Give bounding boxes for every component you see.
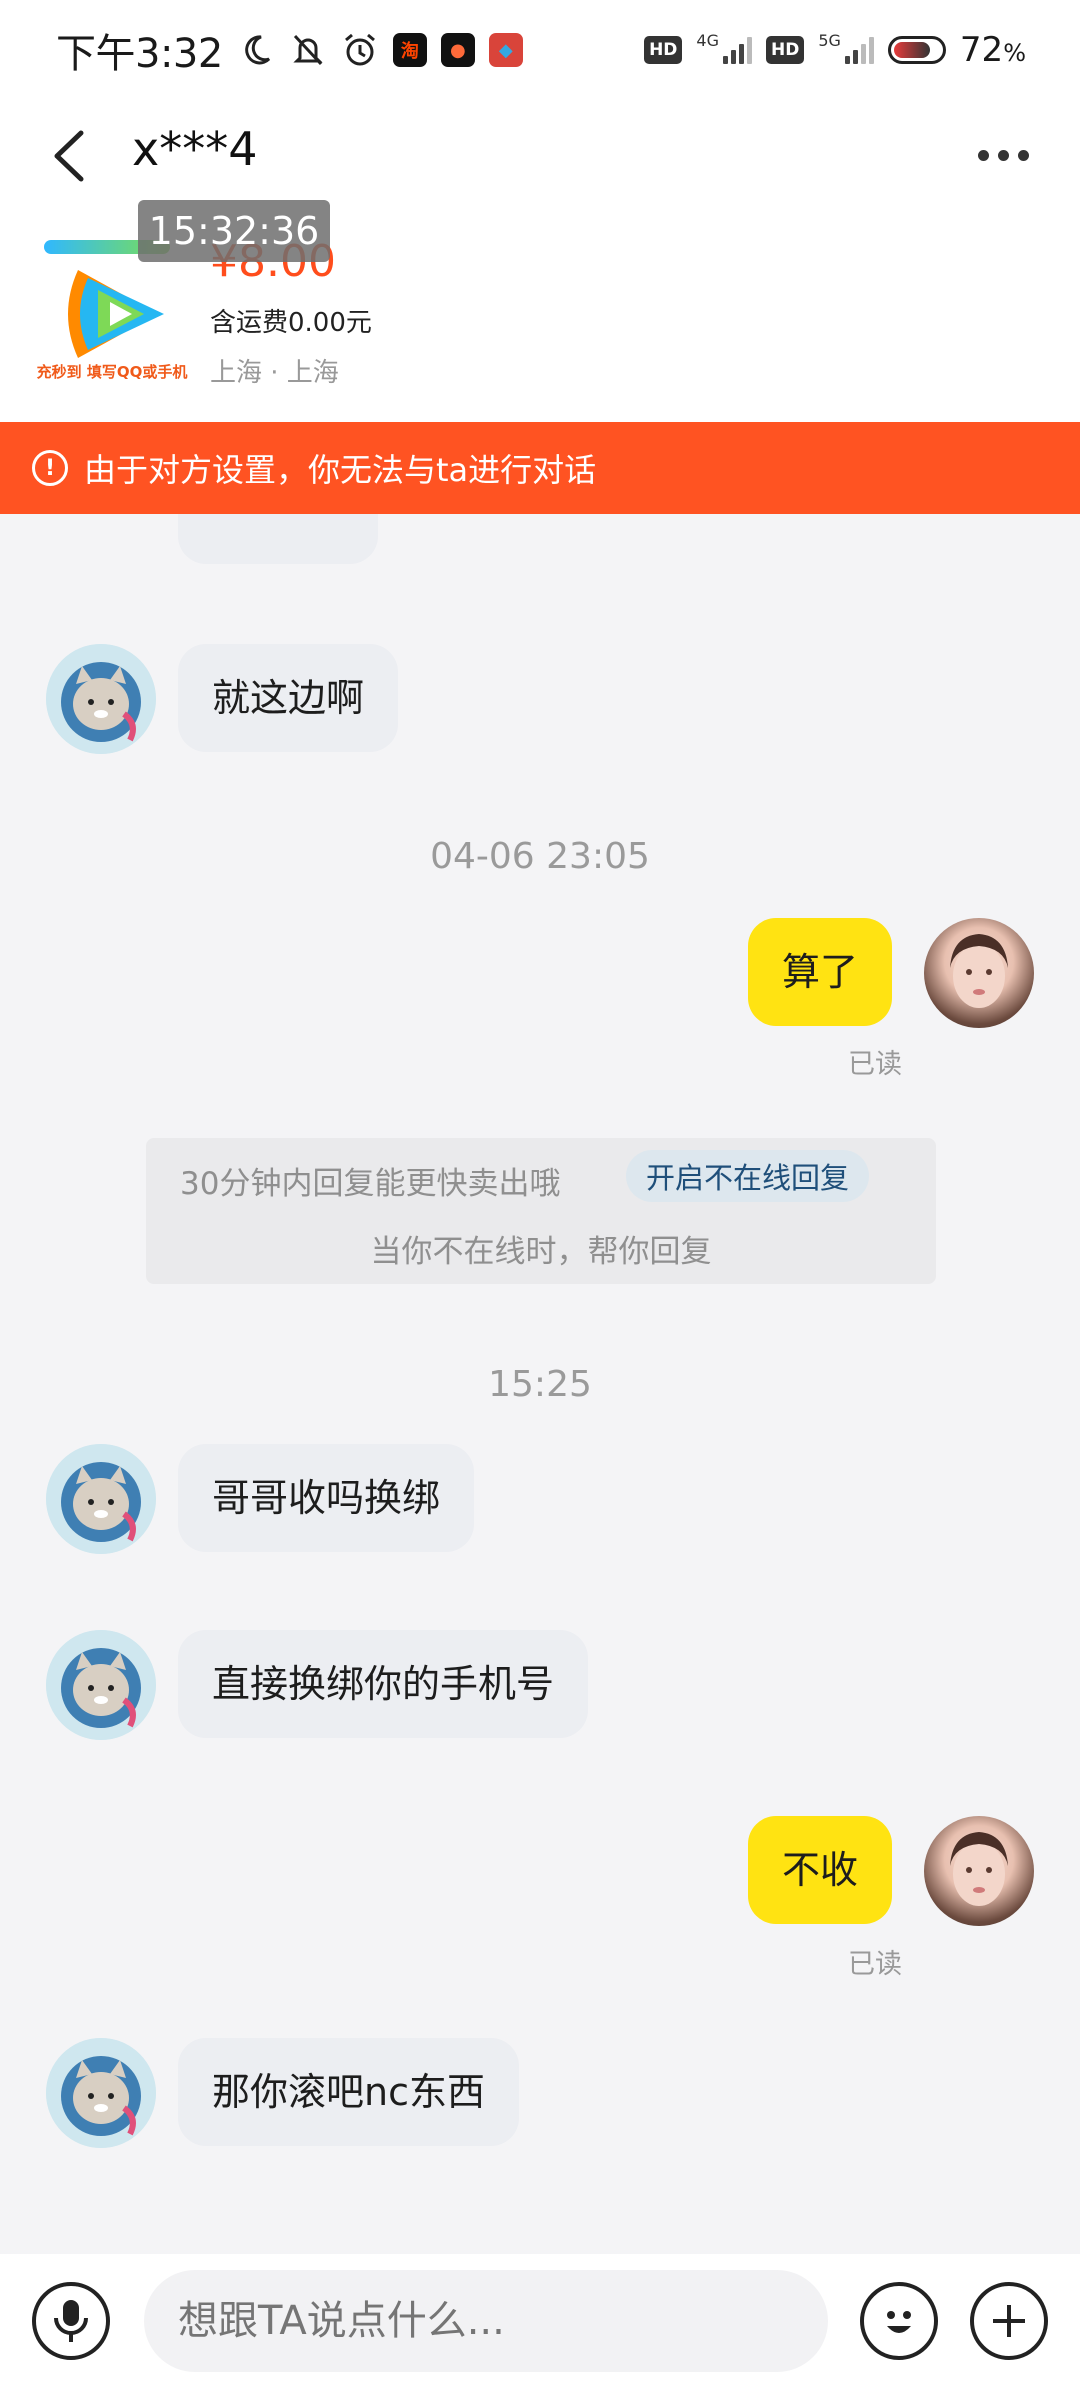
- hd-badge-2: HD: [766, 36, 805, 64]
- signal-icon-2: [844, 36, 874, 64]
- auto-reply-notice: 30分钟内回复能更快卖出哦 开启不在线回复 当你不在线时，帮你回复: [146, 1138, 936, 1284]
- status-time: 下午3:32: [56, 31, 223, 77]
- mute-bell-icon: [289, 31, 327, 69]
- partial-message-bubble: [178, 514, 378, 564]
- back-arrow-icon: [54, 130, 84, 182]
- battery-percent: 72%: [959, 30, 1026, 70]
- moon-icon: [237, 31, 275, 69]
- message-bubble-incoming[interactable]: 哥哥收吗换绑: [178, 1444, 475, 1552]
- message-bubble-incoming[interactable]: 就这边啊: [178, 644, 399, 752]
- warning-text: 由于对方设置，你无法与ta进行对话: [84, 451, 597, 489]
- thumb-caption: 充秒到 填写QQ或手机: [36, 363, 188, 381]
- plus-icon: [993, 2305, 1025, 2337]
- message-bubble-incoming[interactable]: 那你滚吧nc东西: [178, 2038, 519, 2146]
- my-avatar[interactable]: [924, 1816, 1034, 1926]
- more-button[interactable]: [968, 130, 1038, 180]
- battery-icon: [887, 36, 946, 64]
- seller-avatar[interactable]: [46, 2038, 156, 2148]
- app-notification-icon: ●: [440, 33, 475, 67]
- chat-header: x***4: [0, 100, 1080, 210]
- status-bar: 下午3:32 淘 ● ◆ HD 4G HD 5G 72%: [0, 0, 1080, 100]
- notice-subtext: 当你不在线时，帮你回复: [370, 1234, 712, 1270]
- seller-avatar[interactable]: [46, 1630, 156, 1740]
- my-avatar[interactable]: [924, 918, 1034, 1028]
- chat-area[interactable]: 就这边啊 04-06 23:05 算了 已读 30分钟内回复能更快卖出哦 开启不…: [0, 514, 1080, 2254]
- more-actions-button[interactable]: [970, 2282, 1048, 2360]
- network-type: 4G: [696, 30, 719, 50]
- product-shipping: 含运费0.00元: [210, 308, 372, 338]
- network-type-2: 5G: [818, 30, 841, 50]
- product-location: 上海 · 上海: [210, 358, 339, 388]
- message-input[interactable]: [144, 2270, 828, 2372]
- message-timestamp: 04-06 23:05: [430, 836, 650, 877]
- status-left: 下午3:32 淘 ● ◆: [56, 21, 523, 79]
- warning-banner: ! 由于对方设置，你无法与ta进行对话: [0, 422, 1080, 514]
- app-notification-icon-2: ◆: [488, 33, 523, 67]
- seller-avatar[interactable]: [46, 644, 156, 754]
- input-bar: [0, 2254, 1080, 2400]
- emoji-icon: [887, 2311, 911, 2333]
- time-overlay: 15:32:36: [138, 200, 330, 262]
- more-dots-icon: [977, 149, 989, 161]
- voice-button[interactable]: [32, 2282, 110, 2360]
- alarm-icon: [341, 31, 379, 69]
- warning-icon: !: [32, 450, 68, 486]
- video-play-logo-icon: [68, 270, 164, 358]
- notice-text: 30分钟内回复能更快卖出哦: [180, 1166, 561, 1202]
- signal-icon: [723, 36, 752, 64]
- message-bubble-incoming[interactable]: 直接换绑你的手机号: [178, 1630, 589, 1738]
- message-bubble-outgoing[interactable]: 算了: [748, 918, 893, 1026]
- message-timestamp: 15:25: [488, 1364, 592, 1405]
- enable-auto-reply-button[interactable]: 开启不在线回复: [626, 1150, 870, 1202]
- seller-avatar[interactable]: [46, 1444, 156, 1554]
- hd-badge: HD: [644, 36, 683, 64]
- read-status: 已读: [848, 1049, 902, 1080]
- read-status: 已读: [848, 1949, 902, 1980]
- status-right: HD 4G HD 5G 72%: [644, 30, 1026, 70]
- back-button[interactable]: [44, 128, 94, 184]
- taobao-app-icon: 淘: [392, 33, 427, 67]
- microphone-icon: [54, 2300, 88, 2342]
- emoji-button[interactable]: [860, 2282, 938, 2360]
- chat-title: x***4: [132, 122, 258, 176]
- message-bubble-outgoing[interactable]: 不收: [748, 1816, 893, 1924]
